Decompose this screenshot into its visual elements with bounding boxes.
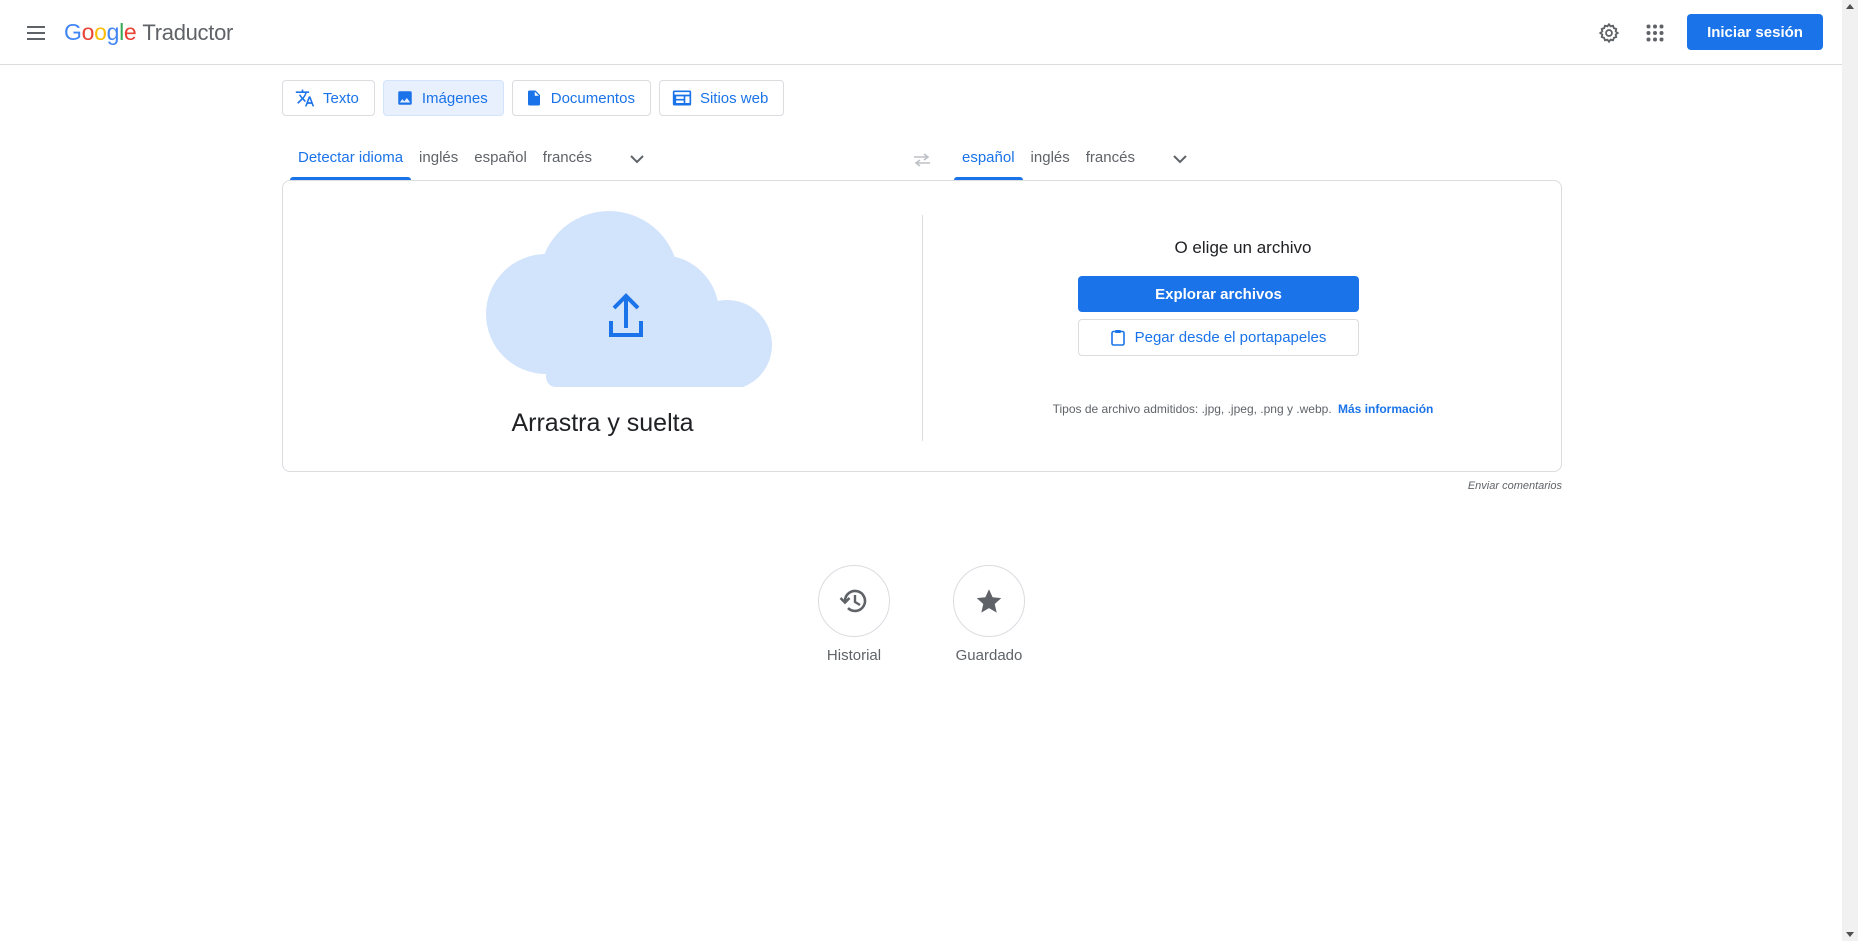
- google-translate-logo[interactable]: Google Traductor: [64, 19, 233, 46]
- upload-cloud-dropzone[interactable]: [486, 211, 772, 387]
- saved-button[interactable]: Guardado: [944, 565, 1034, 664]
- sign-in-button[interactable]: Iniciar sesión: [1687, 14, 1823, 50]
- logo-letter: e: [123, 19, 137, 45]
- hamburger-menu-icon: [27, 26, 45, 40]
- filetypes-label: Tipos de archivo admitidos: .jpg, .jpeg,…: [1052, 402, 1332, 416]
- source-lang-french[interactable]: francés: [535, 149, 600, 180]
- apps-grid-icon: [1646, 24, 1664, 42]
- saved-label: Guardado: [955, 647, 1023, 664]
- source-more-languages-button[interactable]: [622, 142, 652, 176]
- tab-websites[interactable]: Sitios web: [658, 80, 785, 116]
- source-lang-english[interactable]: inglés: [411, 149, 466, 180]
- swap-arrows-icon: [914, 153, 930, 167]
- saved-circle[interactable]: [953, 565, 1025, 637]
- history-label: Historial: [826, 647, 882, 664]
- logo-letter: g: [106, 19, 120, 45]
- history-button[interactable]: Historial: [809, 565, 899, 664]
- paste-from-clipboard-button[interactable]: Pegar desde el portapapeles: [1078, 319, 1359, 356]
- source-lang-detect[interactable]: Detectar idioma: [290, 149, 412, 180]
- website-icon: [672, 90, 692, 106]
- target-more-languages-button[interactable]: [1165, 142, 1195, 176]
- history-icon: [839, 589, 867, 613]
- star-icon: [976, 588, 1002, 613]
- main-menu-button[interactable]: [20, 17, 52, 49]
- image-icon: [398, 91, 412, 105]
- target-language-bar: español inglés francés: [954, 134, 1195, 180]
- chevron-down-icon: [1173, 154, 1187, 163]
- drag-and-drop-label: Arrastra y suelta: [511, 409, 694, 437]
- tab-documents[interactable]: Documentos: [511, 80, 651, 116]
- tab-websites-label: Sitios web: [699, 89, 769, 107]
- translate-icon: [295, 89, 315, 107]
- swap-languages-button[interactable]: [905, 143, 939, 177]
- logo-letter: o: [94, 19, 107, 45]
- logo-letter: G: [64, 19, 82, 45]
- source-lang-spanish[interactable]: español: [466, 149, 535, 180]
- logo-letter: o: [81, 19, 95, 45]
- browse-files-button[interactable]: Explorar archivos: [1078, 276, 1359, 312]
- target-lang-spanish[interactable]: español: [954, 149, 1023, 180]
- product-name: Traductor: [142, 20, 234, 45]
- settings-button[interactable]: [1592, 16, 1626, 50]
- choose-file-label: O elige un archivo: [1174, 238, 1312, 257]
- history-circle[interactable]: [818, 565, 890, 637]
- image-upload-card: Arrastra y suelta O elige un archivo Exp…: [282, 180, 1562, 472]
- scroll-down-arrow-icon[interactable]: [1846, 932, 1854, 937]
- target-lang-english[interactable]: inglés: [1023, 149, 1078, 180]
- scroll-up-arrow-icon[interactable]: [1846, 4, 1854, 9]
- more-info-link[interactable]: Más información: [1338, 402, 1433, 416]
- document-icon: [527, 90, 540, 106]
- gear-icon: [1598, 22, 1620, 44]
- paste-button-label: Pegar desde el portapapeles: [1134, 329, 1327, 346]
- chevron-down-icon: [630, 154, 644, 163]
- tab-documents-label: Documentos: [550, 89, 635, 107]
- supported-filetypes-text: Tipos de archivo admitidos: .jpg, .jpeg,…: [923, 402, 1563, 416]
- source-language-bar: Detectar idioma inglés español francés: [290, 134, 652, 180]
- translation-mode-tabs: Texto Imágenes Documentos Sitios web: [282, 80, 785, 116]
- vertical-scrollbar[interactable]: [1842, 0, 1858, 941]
- send-feedback-link[interactable]: Enviar comentarios: [1400, 480, 1562, 492]
- top-bar: Google Traductor Iniciar sesión: [0, 0, 1842, 65]
- tab-images[interactable]: Imágenes: [382, 80, 504, 116]
- tab-images-label: Imágenes: [421, 89, 488, 107]
- google-apps-button[interactable]: [1638, 16, 1672, 50]
- clipboard-icon: [1110, 330, 1125, 346]
- tab-text-label: Texto: [323, 89, 359, 107]
- target-lang-french[interactable]: francés: [1078, 149, 1143, 180]
- page: Google Traductor Iniciar sesión Texto Im…: [0, 0, 1858, 941]
- tab-text[interactable]: Texto: [282, 80, 375, 116]
